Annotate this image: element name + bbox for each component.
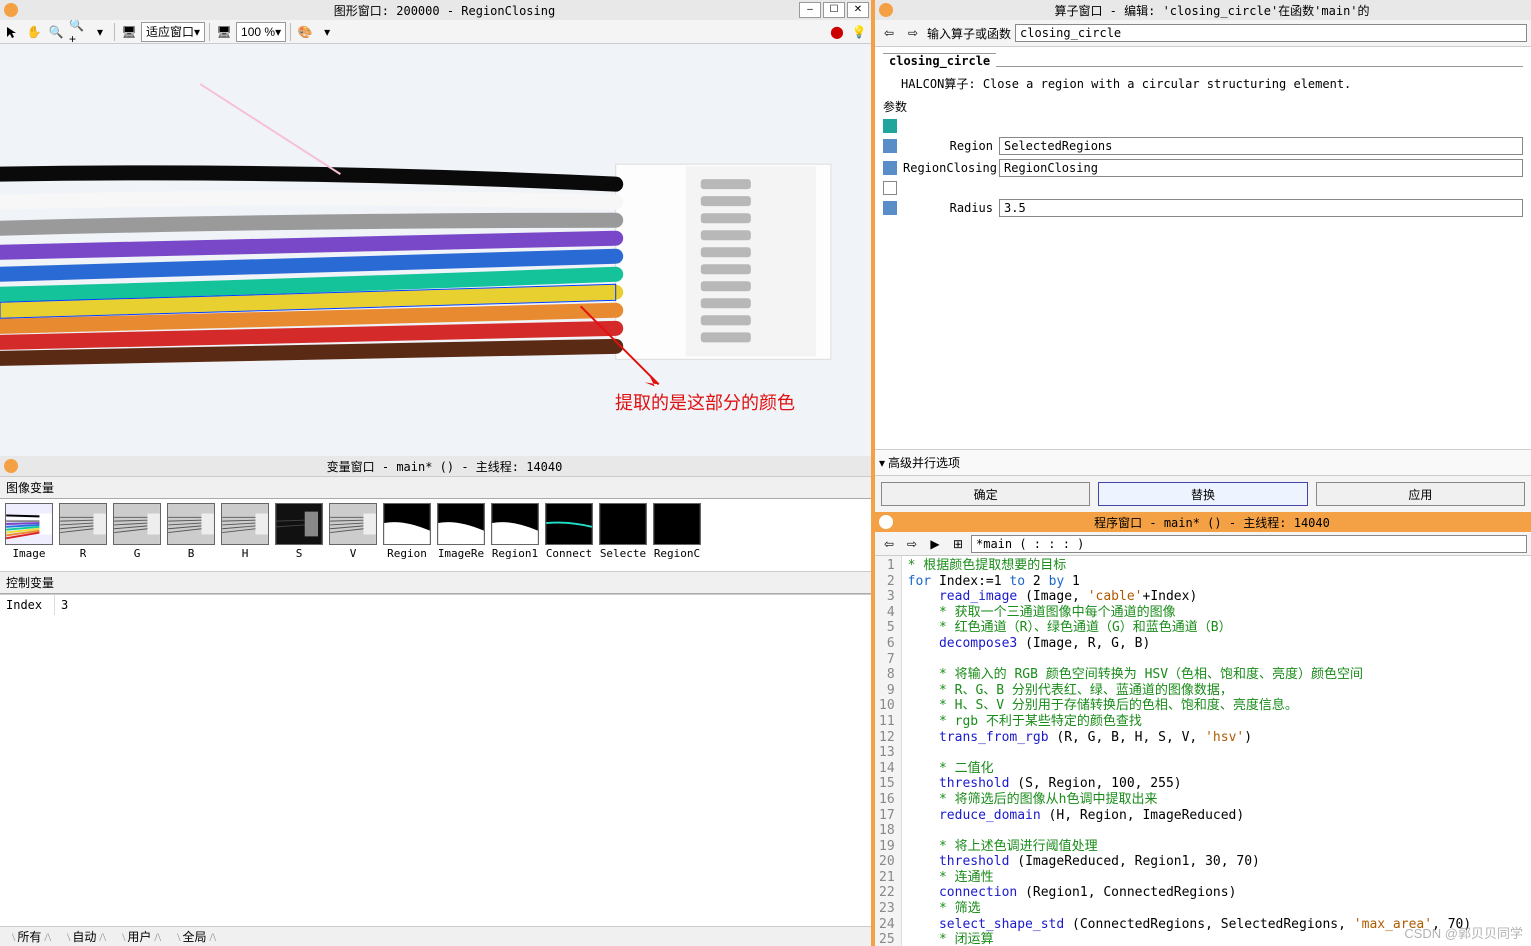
param-row: RegionClosing (883, 159, 1523, 177)
operator-input-row: ⇦ ⇨ 输入算子或函数 (875, 20, 1531, 47)
param-type-icon (883, 119, 897, 133)
close-button[interactable]: ✕ (847, 2, 869, 18)
function-display[interactable] (971, 535, 1527, 553)
param-type-icon (883, 201, 897, 215)
thumbnail-Connect[interactable]: Connect (544, 503, 594, 567)
thumbnail-Region1[interactable]: Region1 (490, 503, 540, 567)
operator-window-titlebar: 算子窗口 - 编辑: 'closing_circle'在函数'main'的 (875, 0, 1531, 20)
graphics-canvas[interactable]: 提取的是这部分的颜色 (0, 44, 871, 456)
variable-tabs: 所有自动用户全局 (0, 926, 871, 946)
annotation-text: 提取的是这部分的颜色 (615, 389, 795, 415)
table-row[interactable]: Index 3 (0, 595, 871, 615)
param-row: Radius (883, 199, 1523, 217)
operator-input[interactable] (1015, 24, 1527, 42)
param-type-icon (883, 161, 897, 175)
var-name: Index (0, 595, 55, 615)
display2-icon[interactable]: 🖥 (214, 22, 234, 42)
thumbnail-Image[interactable]: Image (4, 503, 54, 567)
ctrl-vars-header: 控制变量 (0, 571, 871, 594)
record-icon[interactable]: ⬤ (827, 22, 847, 42)
tab-全局[interactable]: 全局 (169, 928, 224, 945)
tab-所有[interactable]: 所有 (4, 928, 59, 945)
operator-body: closing_circle HALCON算子: Close a region … (875, 47, 1531, 449)
thumbnail-G[interactable]: G (112, 503, 162, 567)
app-icon (879, 515, 893, 529)
param-input-RegionClosing[interactable] (999, 159, 1523, 177)
control-vars-table: Index 3 (0, 594, 871, 926)
operator-input-label: 输入算子或函数 (927, 25, 1011, 42)
thumbnail-Region[interactable]: Region (382, 503, 432, 567)
program-window-titlebar: 程序窗口 - main* () - 主线程: 14040 (875, 512, 1531, 532)
app-icon (879, 3, 893, 17)
advanced-options-expander[interactable]: ▾ 高级并行选项 (875, 449, 1531, 475)
zoom-dropdown-icon[interactable]: ▾ (90, 22, 110, 42)
zoom-pct-dropdown[interactable]: 100 % ▾ (236, 22, 286, 42)
zoom-fit-dropdown[interactable]: 适应窗口 ▾ (141, 22, 205, 42)
thumbnail-S[interactable]: S (274, 503, 324, 567)
nav-fwd-icon[interactable]: ⇨ (903, 23, 923, 43)
operator-title: 算子窗口 - 编辑: 'closing_circle'在函数'main'的 (897, 2, 1527, 19)
thumbnail-H[interactable]: H (220, 503, 270, 567)
hand-tool-icon[interactable]: ✋ (24, 22, 44, 42)
thumbnail-V[interactable]: V (328, 503, 378, 567)
thumbnail-RegionC[interactable]: RegionC (652, 503, 702, 567)
variable-title: 变量窗口 - main* () - 主线程: 14040 (22, 458, 867, 475)
params-header: 参数 (883, 98, 1523, 115)
param-label: RegionClosing (903, 161, 993, 175)
program-toolbar: ⇦ ⇨ ▶ ⊞ (875, 532, 1531, 556)
maximize-button[interactable]: ☐ (823, 2, 845, 18)
param-label: Region (903, 139, 993, 153)
tab-自动[interactable]: 自动 (59, 928, 114, 945)
tab-用户[interactable]: 用户 (114, 928, 169, 945)
image-vars-header: 图像变量 (0, 476, 871, 499)
bulb-icon[interactable]: 💡 (849, 22, 869, 42)
param-row: Region (883, 137, 1523, 155)
param-input-Region[interactable] (999, 137, 1523, 155)
ok-button[interactable]: 确定 (881, 482, 1090, 506)
pointer-tool-icon[interactable] (2, 22, 22, 42)
watermark: CSDN @郭贝贝同学 (1404, 926, 1523, 942)
marker-icon[interactable]: ▶ (925, 534, 945, 554)
replace-button[interactable]: 替换 (1098, 482, 1307, 506)
thumbnail-strip: ImageRGBHSVRegionImageReRegion1ConnectSe… (0, 499, 871, 571)
app-icon (4, 3, 18, 17)
graphics-window-titlebar: 图形窗口: 200000 - RegionClosing – ☐ ✕ (0, 0, 871, 20)
op-name: closing_circle (883, 53, 996, 68)
zoom-in-icon[interactable]: 🔍+ (68, 22, 88, 42)
nav-back-icon[interactable]: ⇦ (879, 23, 899, 43)
variable-window-titlebar: 变量窗口 - main* () - 主线程: 14040 (0, 456, 871, 476)
thumbnail-Selecte[interactable]: Selecte (598, 503, 648, 567)
program-title: 程序窗口 - main* () - 主线程: 14040 (897, 514, 1527, 531)
param-spacer-icon (883, 181, 897, 195)
thumbnail-R[interactable]: R (58, 503, 108, 567)
nav-back-icon[interactable]: ⇦ (879, 534, 899, 554)
operator-buttons: 确定 替换 应用 (875, 475, 1531, 512)
thumbnail-ImageRe[interactable]: ImageRe (436, 503, 486, 567)
code-editor[interactable]: 1234567891011121314151617181920212223242… (875, 556, 1531, 946)
graphics-title: 图形窗口: 200000 - RegionClosing (22, 2, 867, 19)
op-description: HALCON算子: Close a region with a circular… (883, 75, 1523, 92)
apply-button[interactable]: 应用 (1316, 482, 1525, 506)
app-icon (4, 459, 18, 473)
thumbnail-B[interactable]: B (166, 503, 216, 567)
var-value: 3 (55, 595, 74, 615)
nav-fwd-icon[interactable]: ⇨ (902, 534, 922, 554)
palette-icon[interactable]: 🎨 (295, 22, 315, 42)
param-input-Radius[interactable] (999, 199, 1523, 217)
minimize-button[interactable]: – (799, 2, 821, 18)
param-label: Radius (903, 201, 993, 215)
graphics-toolbar: ✋ 🔍 🔍+ ▾ 🖥 适应窗口 ▾ 🖥 100 % ▾ 🎨 ▾ ⬤ 💡 (0, 20, 871, 44)
param-type-icon (883, 139, 897, 153)
zoom-tool-icon[interactable]: 🔍 (46, 22, 66, 42)
palette-dropdown-icon[interactable]: ▾ (317, 22, 337, 42)
display-icon[interactable]: 🖥 (119, 22, 139, 42)
func-icon[interactable]: ⊞ (948, 534, 968, 554)
